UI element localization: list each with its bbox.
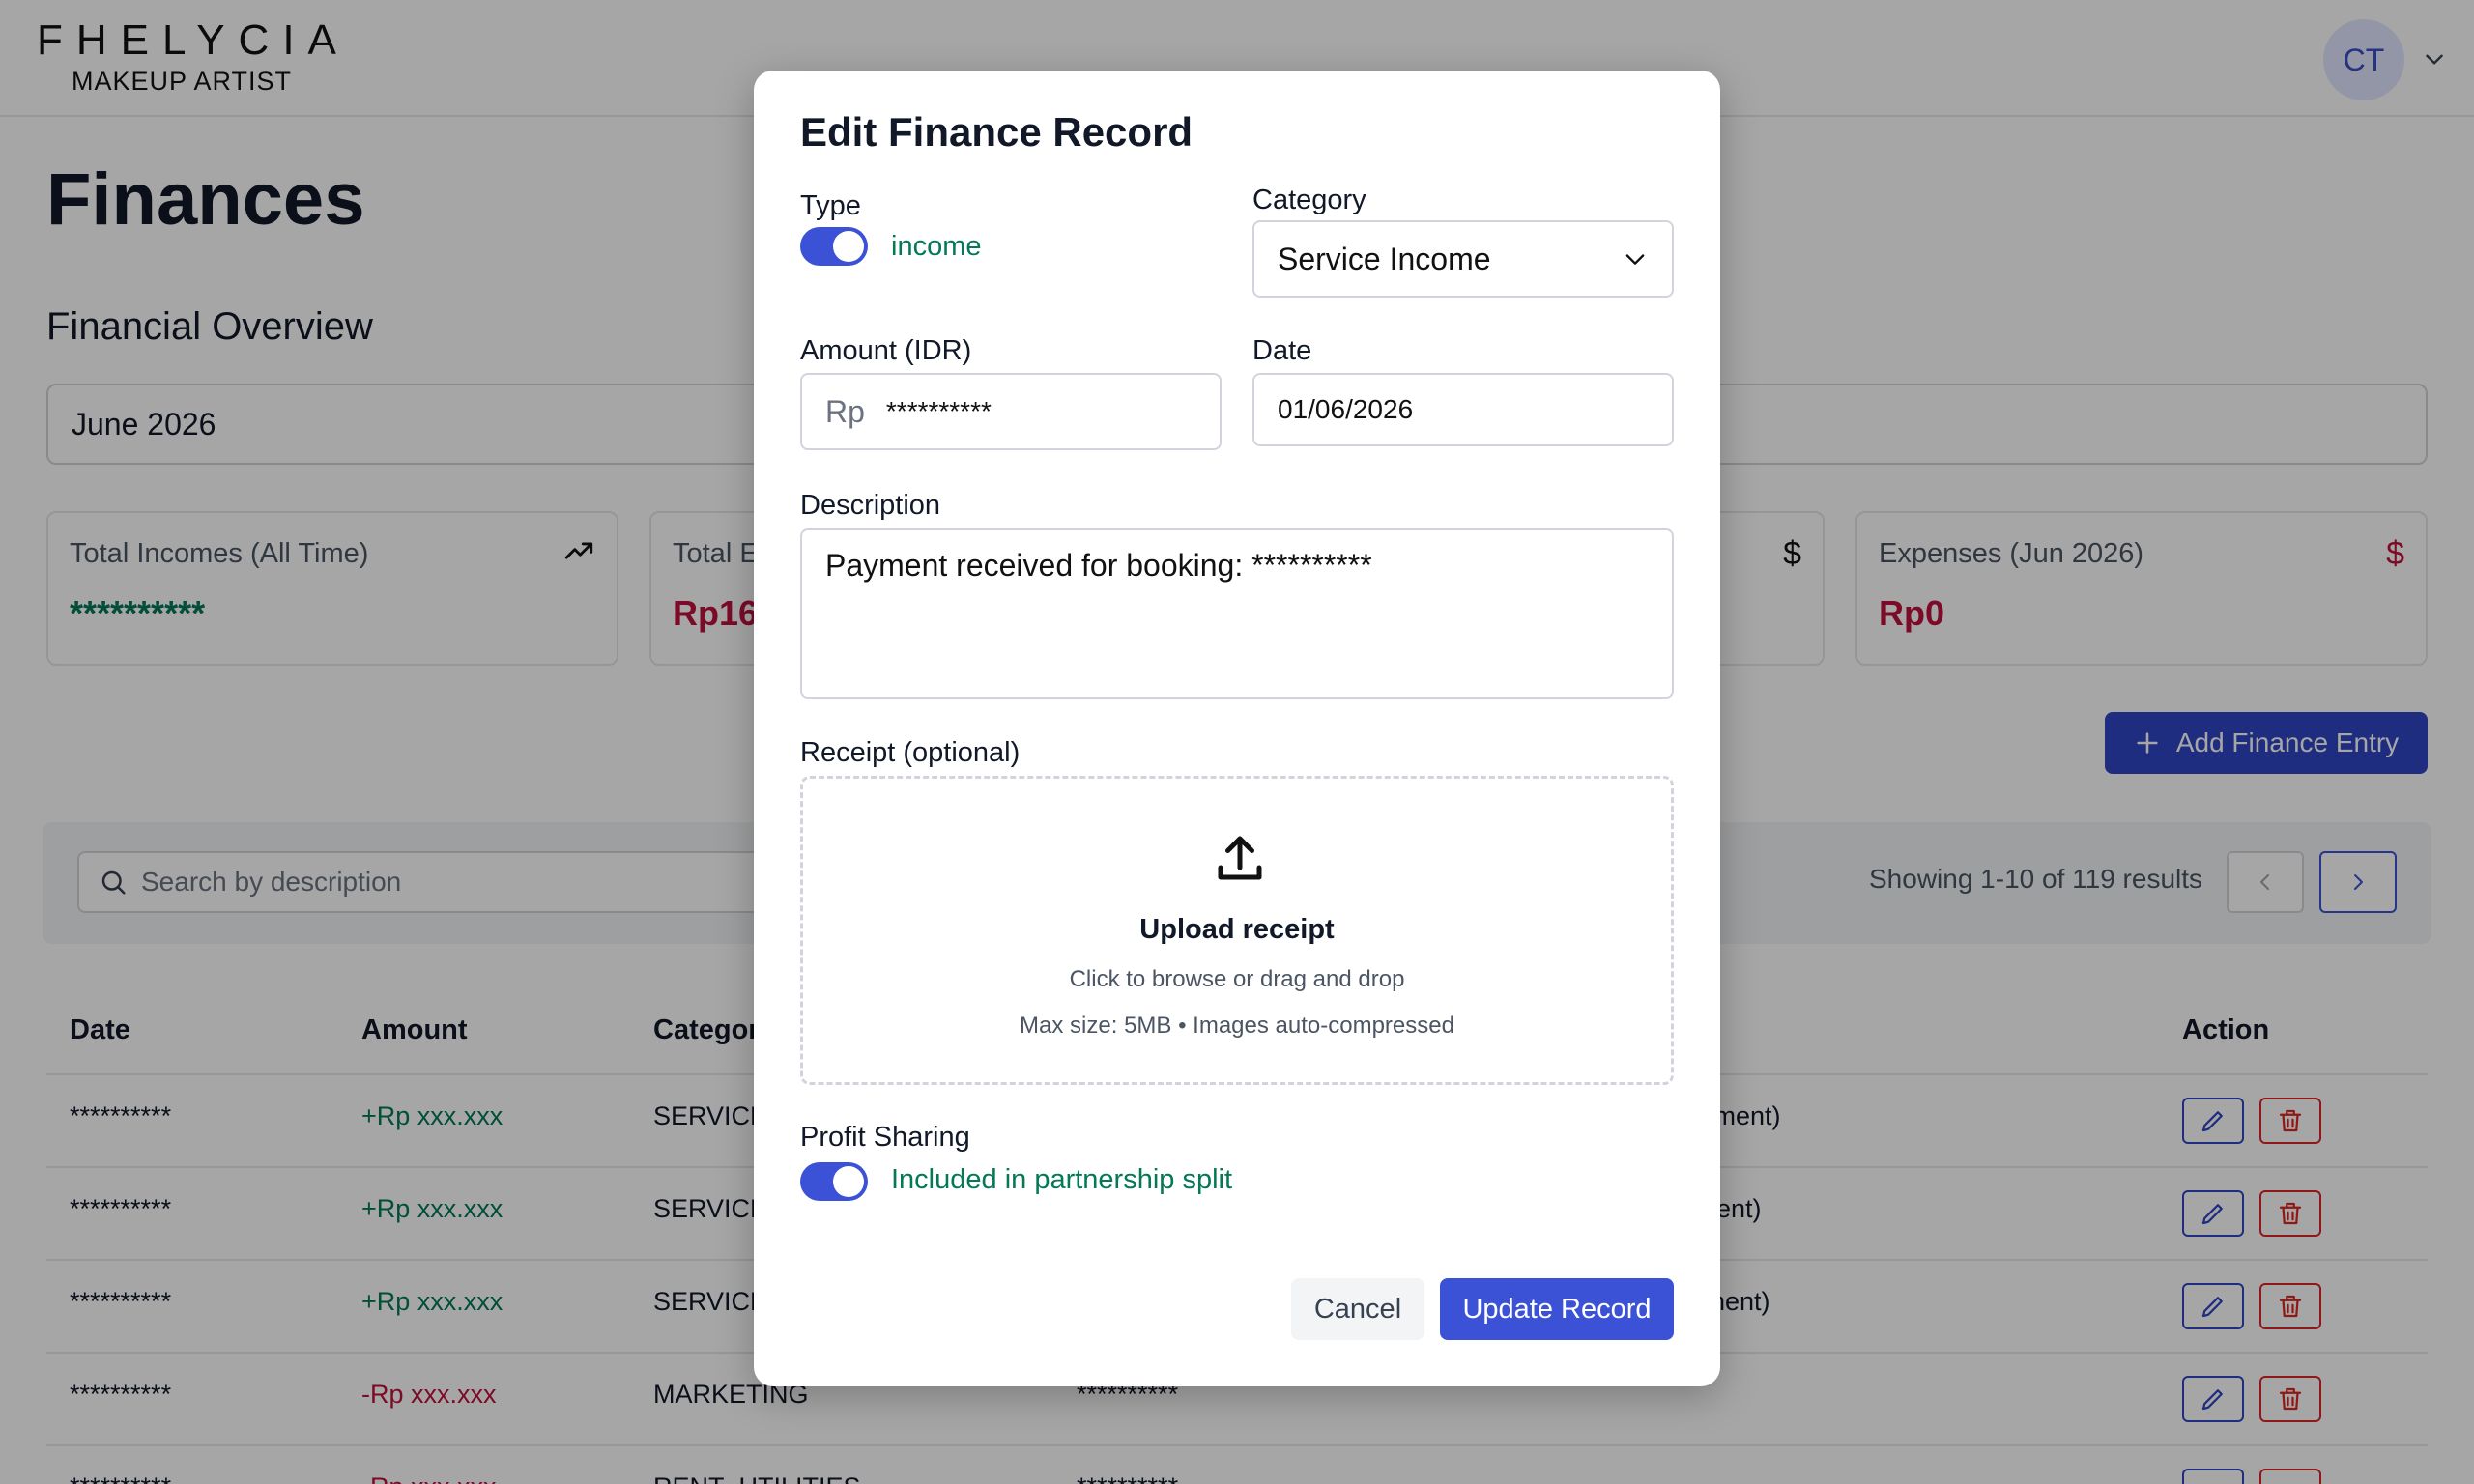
currency-prefix: Rp [825,393,865,429]
receipt-dropzone[interactable]: Upload receipt Click to browse or drag a… [800,776,1674,1085]
upload-icon [1218,836,1262,880]
date-field[interactable]: 01/06/2026 [1252,373,1674,446]
upload-title: Upload receipt [1139,914,1335,945]
category-value: Service Income [1278,241,1491,276]
type-toggle[interactable] [800,227,868,266]
description-label: Description [800,490,941,521]
chevron-down-icon [1625,254,1645,265]
type-value: income [891,231,982,262]
type-label: Type [800,190,861,221]
description-textarea[interactable]: Payment received for booking: ********** [800,528,1674,699]
toggle-knob [833,231,864,262]
modal-title: Edit Finance Record [800,109,1194,155]
amount-label: Amount (IDR) [800,335,972,366]
edit-finance-modal: Edit Finance Record Type income Category… [754,71,1720,1386]
update-record-button[interactable]: Update Record [1440,1278,1674,1340]
category-label: Category [1252,185,1366,215]
profit-sharing-label: Profit Sharing [800,1122,970,1153]
upload-limit: Max size: 5MB • Images auto-compressed [1020,1013,1454,1039]
amount-field[interactable]: Rp ********** [800,373,1222,450]
toggle-knob [833,1166,864,1197]
cancel-button[interactable]: Cancel [1291,1278,1424,1340]
date-label: Date [1252,335,1312,366]
description-value: Payment received for booking: ********** [825,548,1372,583]
profit-sharing-value: Included in partnership split [891,1164,1233,1195]
upload-hint: Click to browse or drag and drop [1069,966,1405,992]
amount-value: ********** [885,396,992,426]
date-value: 01/06/2026 [1278,394,1414,424]
receipt-label: Receipt (optional) [800,737,1021,768]
category-select[interactable]: Service Income [1252,220,1674,298]
profit-sharing-toggle[interactable] [800,1162,868,1201]
